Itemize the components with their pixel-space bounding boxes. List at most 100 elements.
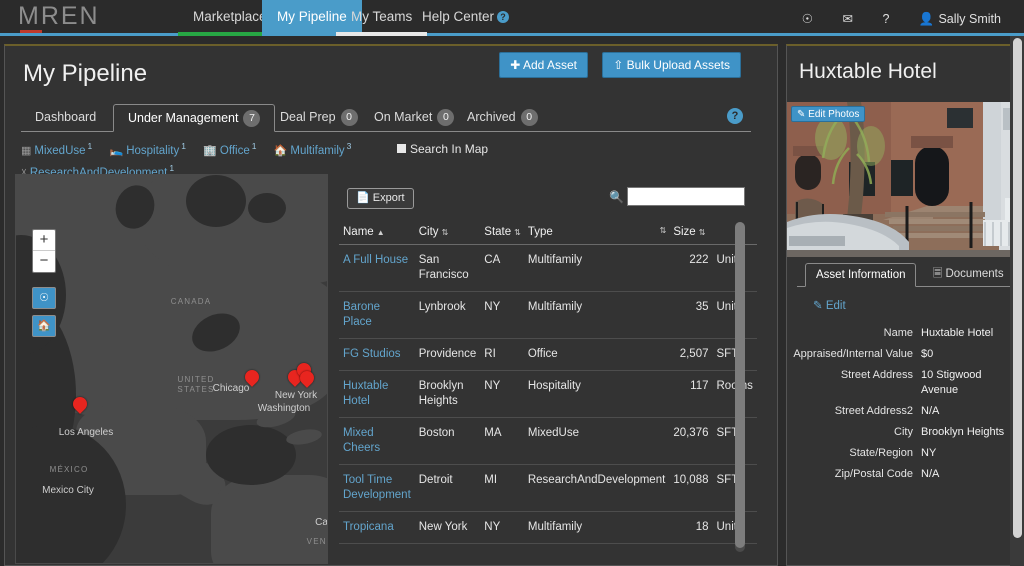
page-scrollbar-thumb[interactable]	[1012, 38, 1022, 538]
user-menu[interactable]: 👤 Sally Smith	[919, 1, 1001, 37]
cell-name[interactable]: Barone Place	[339, 291, 415, 339]
cell-name[interactable]: A Full House	[339, 244, 415, 292]
filter-mixeduse-label: MixedUse	[34, 145, 86, 157]
map-globe-button[interactable]: ☉	[32, 287, 56, 309]
asset-link[interactable]: Mixed Cheers	[343, 427, 380, 454]
asset-link[interactable]: FG Studios	[343, 348, 401, 360]
tab-under-management[interactable]: Under Management 7	[113, 104, 276, 132]
cell-name[interactable]: Tool Time Development	[339, 464, 415, 512]
cell-type: Multifamily	[523, 244, 670, 292]
asset-link[interactable]: Huxtable Hotel	[343, 380, 388, 407]
search-in-map-checkbox[interactable]: Search In Map	[397, 142, 488, 156]
filter-multifamily-label: Multifamily	[290, 145, 345, 157]
cell-type: MixedUse	[523, 417, 670, 465]
cell-name[interactable]: Tropicana	[339, 511, 415, 544]
field-value: NY	[921, 447, 937, 459]
column-header-city[interactable]: City ⇅	[414, 222, 481, 245]
add-asset-button[interactable]: ✚ Add Asset	[499, 52, 588, 78]
filter-multifamily[interactable]: 🏠 Multifamily 3	[274, 138, 352, 159]
column-header-city-label: City	[418, 226, 439, 238]
cell-type: Office	[523, 338, 670, 371]
table-row[interactable]: Tropicana New York NY Multifamily 18 Uni…	[339, 511, 757, 544]
export-button[interactable]: 📄 Export	[347, 188, 414, 209]
app-logo[interactable]: MREN	[18, 2, 100, 31]
map-zoom-controls[interactable]: + −	[32, 229, 56, 273]
nav-help-center-label: Help Center	[422, 9, 495, 24]
asset-link[interactable]: A Full House	[343, 254, 408, 266]
cell-name[interactable]: FG Studios	[339, 338, 415, 371]
filter-hospitality[interactable]: 🛌 Hospitality 1	[109, 138, 186, 159]
field-row: State/Region NY	[793, 446, 1021, 461]
tab-archived-count: 0	[520, 109, 538, 126]
map-zoom-out-button[interactable]: −	[33, 251, 55, 272]
table-row[interactable]: A Full House San Francisco CA Multifamil…	[339, 244, 757, 292]
field-label: City	[894, 426, 913, 438]
column-header-state[interactable]: State ⇅	[480, 222, 524, 245]
cell-size: 2,507	[669, 338, 713, 371]
cell-city: Boston	[414, 417, 481, 465]
table-row[interactable]: Huxtable Hotel Brooklyn Heights NY Hospi…	[339, 370, 757, 418]
cell-type: ResearchAndDevelopment	[523, 464, 670, 512]
field-value: N/A	[921, 468, 940, 480]
filter-office[interactable]: 🏢 Office 1	[203, 138, 256, 159]
table-scrollbar[interactable]	[735, 222, 745, 552]
field-label: Zip/Postal Code	[834, 468, 913, 480]
tab-archived[interactable]: Archived 0	[453, 104, 552, 132]
cell-city: Providence	[414, 338, 481, 371]
asset-link[interactable]: Tool Time Development	[343, 474, 411, 501]
table-scrollbar-thumb[interactable]	[735, 222, 745, 548]
map-label-mexico-city: Mexico City	[42, 485, 94, 496]
field-label: State/Region	[849, 447, 913, 459]
asset-link[interactable]: Barone Place	[343, 301, 380, 328]
cell-state: NY	[480, 511, 524, 544]
table-row[interactable]: Tool Time Development Detroit MI Researc…	[339, 464, 757, 512]
cell-size: 18	[669, 511, 713, 544]
field-row: Zip/Postal Code N/A	[793, 467, 1021, 482]
column-header-size-label: Size	[673, 226, 696, 238]
cell-name[interactable]: Huxtable Hotel	[339, 370, 415, 418]
map-zoom-in-button[interactable]: +	[33, 230, 55, 251]
edit-photos-button[interactable]: ✎ Edit Photos	[791, 106, 866, 122]
tab-deal-prep[interactable]: Deal Prep 0	[266, 104, 372, 132]
cell-name[interactable]: Mixed Cheers	[339, 417, 415, 465]
table-header-row: Name ▲ City ⇅ State ⇅ Type ⇅ Size ⇅	[339, 222, 757, 245]
tab-documents[interactable]: 🗏 Documents	[923, 263, 1014, 287]
assets-table-container: 📄 Export 🔍 Name ▲ City ⇅ State ⇅ Type ⇅ Size…	[335, 174, 759, 564]
column-header-name[interactable]: Name ▲	[339, 222, 415, 245]
asset-map[interactable]: + − ☉ 🏠 CANADA UNITED STATES MÉXICO VENE…	[15, 174, 328, 564]
column-header-size[interactable]: Size ⇅	[669, 222, 713, 245]
column-header-type[interactable]: Type ⇅	[523, 222, 670, 245]
bulk-upload-assets-button[interactable]: ⇧ Bulk Upload Assets	[602, 52, 741, 78]
field-row: City Brooklyn Heights	[793, 425, 1021, 440]
top-navigation-bar: MREN Marketplace My Pipeline My Teams He…	[0, 0, 1024, 36]
tab-asset-information[interactable]: Asset Information	[805, 263, 917, 287]
question-icon[interactable]: ?	[882, 1, 889, 37]
map-label-mexico: MÉXICO	[49, 465, 89, 474]
nav-help-center[interactable]: Help Center?	[407, 0, 524, 36]
table-row[interactable]: FG Studios Providence RI Office 2,507 SF…	[339, 338, 757, 371]
search-input[interactable]	[627, 187, 745, 206]
table-row[interactable]: Mixed Cheers Boston MA MixedUse 20,376 S…	[339, 417, 757, 465]
field-label: Street Address2	[834, 405, 913, 417]
field-value: Huxtable Hotel	[921, 327, 994, 339]
tab-under-management-count: 7	[243, 110, 261, 127]
asset-photo[interactable]	[787, 102, 1024, 257]
map-home-button[interactable]: 🏠	[32, 315, 56, 337]
asset-detail-panel: Huxtable Hotel ✎ Edit Photos Asset Infor…	[786, 44, 1024, 566]
field-row: Street Address 10 Stigwood Avenue	[793, 368, 1021, 398]
mail-icon[interactable]: ✉	[842, 1, 852, 37]
asset-link[interactable]: Tropicana	[343, 521, 394, 533]
edit-asset-button[interactable]: ✎ Edit	[813, 298, 846, 312]
filter-mixeduse[interactable]: ▦ MixedUse 1	[21, 138, 92, 159]
field-row: Name Huxtable Hotel	[793, 326, 1021, 341]
globe-icon[interactable]: ☉	[802, 1, 813, 37]
page-scrollbar[interactable]	[1010, 36, 1024, 566]
pipeline-help-icon[interactable]: ?	[727, 108, 743, 124]
tab-dashboard[interactable]: Dashboard	[21, 104, 110, 132]
assets-table-scroll-area[interactable]: Name ▲ City ⇅ State ⇅ Type ⇅ Size ⇅ A Full Ho…	[339, 222, 759, 564]
filter-rnd-count: 1	[169, 163, 175, 173]
table-row[interactable]: Barone Place Lynbrook NY Multifamily 35 …	[339, 291, 757, 339]
cell-size: 10,088	[669, 464, 713, 512]
sort-icon: ⇅	[514, 228, 521, 237]
brownstone-photo-image	[787, 102, 1024, 257]
